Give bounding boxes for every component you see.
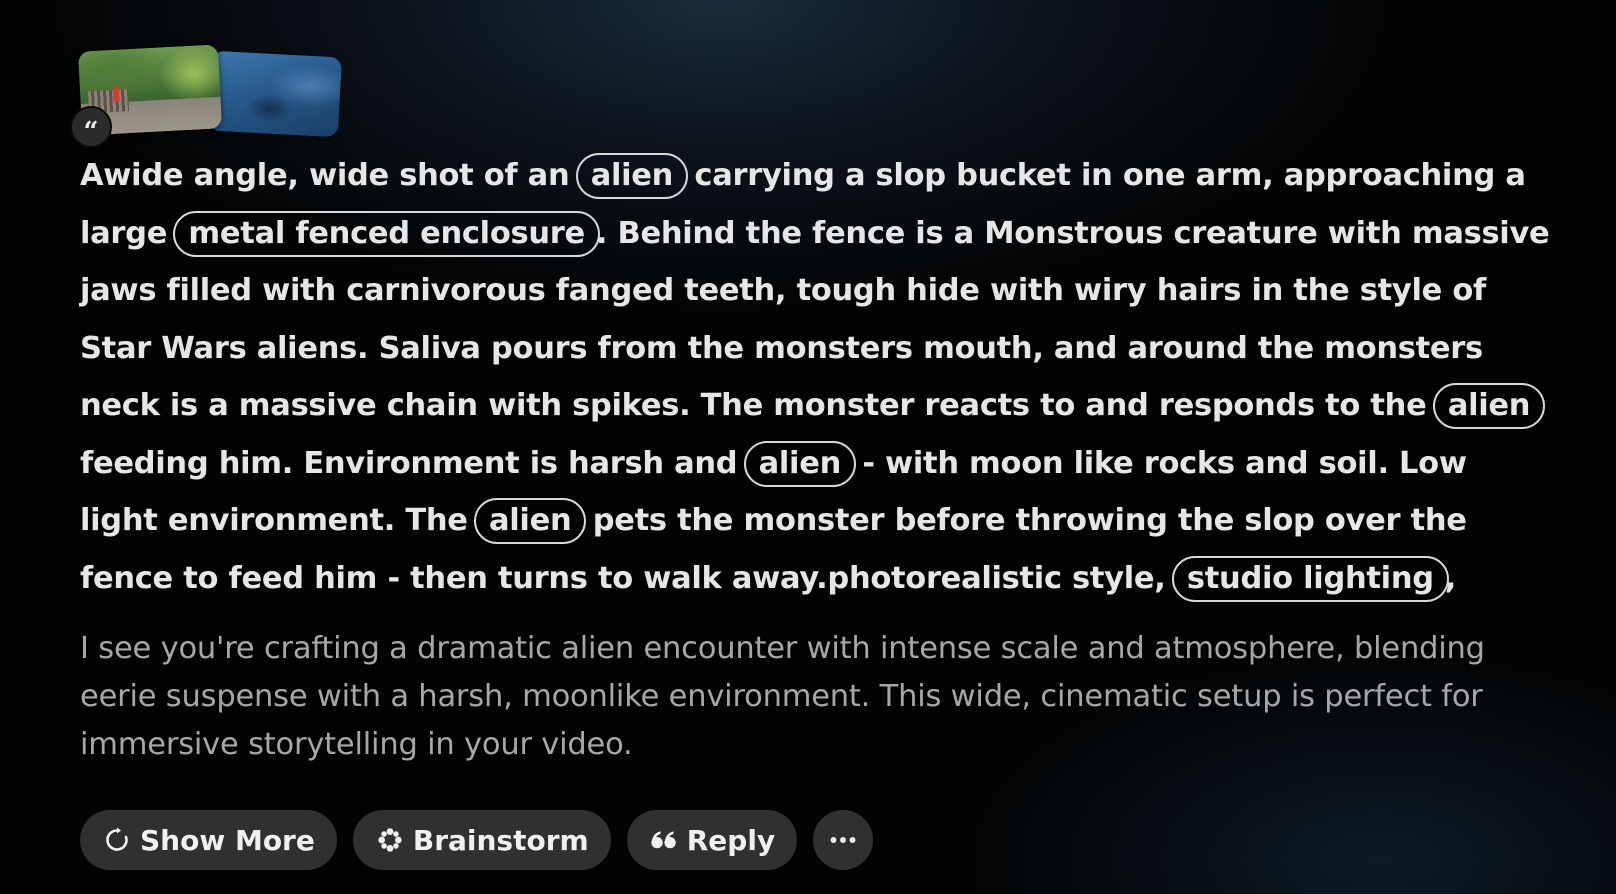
keyword-tag[interactable]: metal fenced enclosure [173,210,600,257]
photo-thumbnail-blue-rocks[interactable] [207,50,343,138]
quote-icon [651,827,677,853]
more-dots-icon [830,827,856,853]
assistant-response: I see you're crafting a dramatic alien e… [80,631,1485,762]
keyword-tag[interactable]: alien [743,440,857,487]
show-more-label: Show More [140,823,315,857]
keyword-tag[interactable]: studio lighting [1171,555,1449,602]
prompt-text-segment: , [1444,560,1457,596]
brainstorm-button[interactable]: Brainstorm [352,810,611,870]
reply-label: Reply [686,823,776,857]
show-more-button[interactable]: Show More [80,810,337,870]
prompt-text-segment: Awide angle, wide shot of an [80,158,580,193]
quote-badge-icon: “ [70,106,112,148]
brainstorm-label: Brainstorm [412,823,589,857]
action-bar: Show More Brainstorm Reply [80,810,874,870]
reply-button[interactable]: Reply [626,810,798,870]
attachment-thumbnails: “ [70,44,350,148]
refresh-icon [104,827,130,853]
figure-shape [112,85,120,102]
prompt-text: Awide angle, wide shot of an alien carry… [80,147,1550,607]
keyword-tag[interactable]: alien [575,153,689,199]
keyword-tag[interactable]: alien [1432,383,1546,429]
brainstorm-icon [377,827,403,853]
more-options-button[interactable] [813,810,874,870]
prompt-text-segment: feeding him. Environment is harsh and [80,445,748,481]
keyword-tag[interactable]: alien [474,498,587,544]
